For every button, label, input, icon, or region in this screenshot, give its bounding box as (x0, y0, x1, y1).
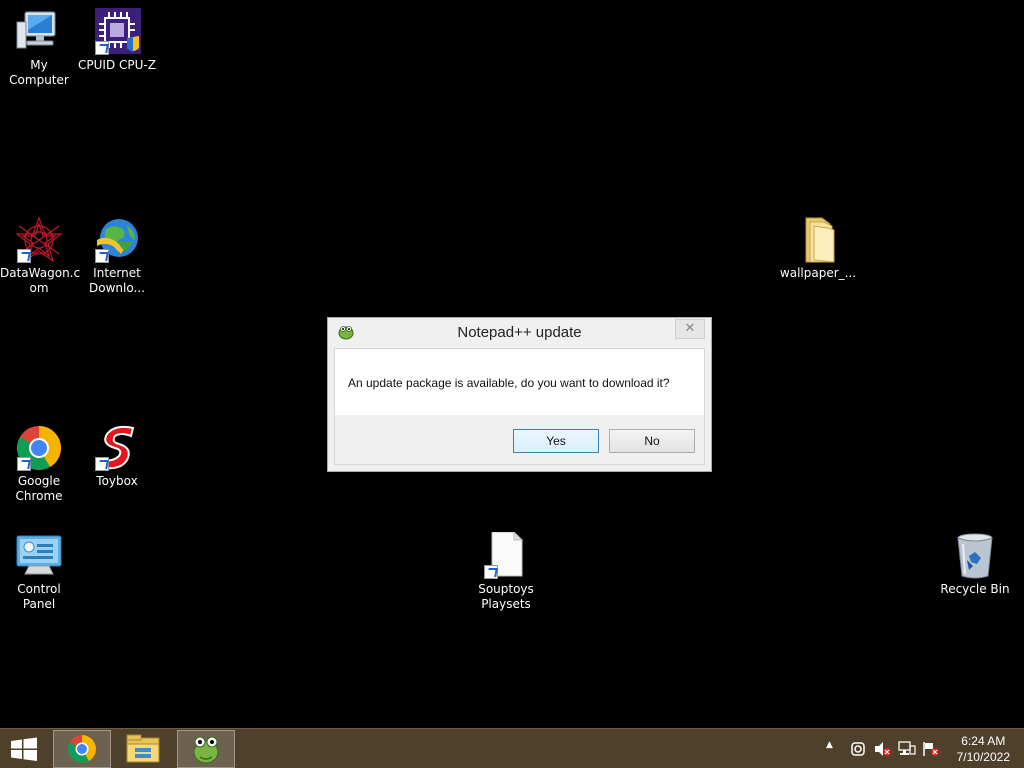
desktop-icon-chrome[interactable]: Google Chrome (0, 424, 78, 504)
desktop-icon-label: DataWagon.c om (0, 266, 81, 295)
no-button[interactable]: No (609, 429, 695, 453)
shortcut-arrow-icon (17, 457, 31, 471)
windows-start-icon (11, 737, 37, 761)
taskbar-notepadpp-button[interactable] (177, 730, 235, 768)
folder-icon (794, 216, 842, 264)
notepadpp-icon (193, 736, 219, 764)
taskbar-clock[interactable]: 6:24 AM 7/10/2022 (957, 733, 1010, 765)
desktop-icon-recycle-bin[interactable]: Recycle Bin (936, 532, 1014, 597)
chrome-icon (68, 735, 96, 763)
file-explorer-icon (126, 734, 160, 763)
desktop-icon-label: Google Chrome (15, 474, 63, 503)
desktop-icon-wallpaper-folder[interactable]: wallpaper_... (779, 216, 857, 281)
dialog-close-button[interactable]: ✕ (675, 319, 705, 339)
clock-date: 7/10/2022 (956, 750, 1010, 764)
taskbar-file-explorer-button[interactable] (115, 730, 173, 768)
volume-muted-icon[interactable] (874, 741, 892, 768)
globe-download-icon (93, 216, 141, 264)
desktop-icon-souptoys[interactable]: Souptoys Playsets (467, 530, 545, 612)
toybox-s-icon (93, 424, 141, 472)
taskbar: ▲ 6:24 AM 7/10/2022 (0, 728, 1024, 768)
desktop-icon-label: Control Panel (17, 582, 61, 611)
document-icon (482, 530, 530, 580)
desktop-icon-label: wallpaper_... (779, 266, 857, 280)
windows-start-button[interactable] (0, 730, 48, 768)
computer-icon (15, 8, 63, 56)
desktop-icon-my-computer[interactable]: My Computer (0, 8, 78, 88)
dialog-body: An update package is available, do you w… (334, 348, 705, 465)
shortcut-arrow-icon (95, 457, 109, 471)
yes-button[interactable]: Yes (513, 429, 599, 453)
desktop-icon-label: CPUID CPU-Z (78, 58, 156, 72)
desktop-icon-label: Internet Downlo... (89, 266, 145, 295)
desktop-icon-label: Souptoys Playsets (478, 582, 534, 611)
desktop-icon-datawagon[interactable]: DataWagon.c om (0, 216, 81, 296)
clock-time: 6:24 AM (961, 734, 1006, 748)
shortcut-arrow-icon (484, 565, 498, 579)
desktop-icon-idm[interactable]: Internet Downlo... (78, 216, 156, 296)
dialog-title: Notepad++ update (457, 324, 582, 341)
shortcut-arrow-icon (95, 41, 109, 55)
shortcut-arrow-icon (95, 249, 109, 263)
dialog-message-area: An update package is available, do you w… (335, 349, 704, 415)
desktop-icon-toybox[interactable]: Toybox (78, 424, 156, 489)
show-hidden-icons-chevron[interactable]: ▲ (826, 740, 833, 768)
dialog-titlebar[interactable]: Notepad++ update ✕ (328, 318, 711, 348)
control-panel-icon (15, 532, 63, 580)
datawagon-star-icon (15, 216, 63, 264)
chrome-icon (15, 424, 63, 472)
desktop-icon-label: My Computer (9, 58, 69, 87)
dialog-message: An update package is available, do you w… (348, 376, 670, 390)
network-icon[interactable] (898, 741, 916, 768)
desktop-icon-control-panel[interactable]: Control Panel (0, 532, 78, 612)
desktop-icon-cpuz[interactable]: CPUID CPU-Z (78, 8, 156, 73)
desktop-icon-label: Toybox (96, 474, 138, 488)
recycle-bin-icon (951, 532, 999, 580)
shortcut-arrow-icon (17, 249, 31, 263)
cpu-chip-icon (93, 8, 141, 56)
notepadpp-update-dialog: Notepad++ update ✕ An update package is … (327, 317, 712, 472)
desktop-icon-label: Recycle Bin (940, 582, 1010, 596)
sync-icon[interactable] (850, 741, 866, 768)
taskbar-chrome-button[interactable] (53, 730, 111, 768)
action-center-flag-icon[interactable] (922, 741, 940, 768)
